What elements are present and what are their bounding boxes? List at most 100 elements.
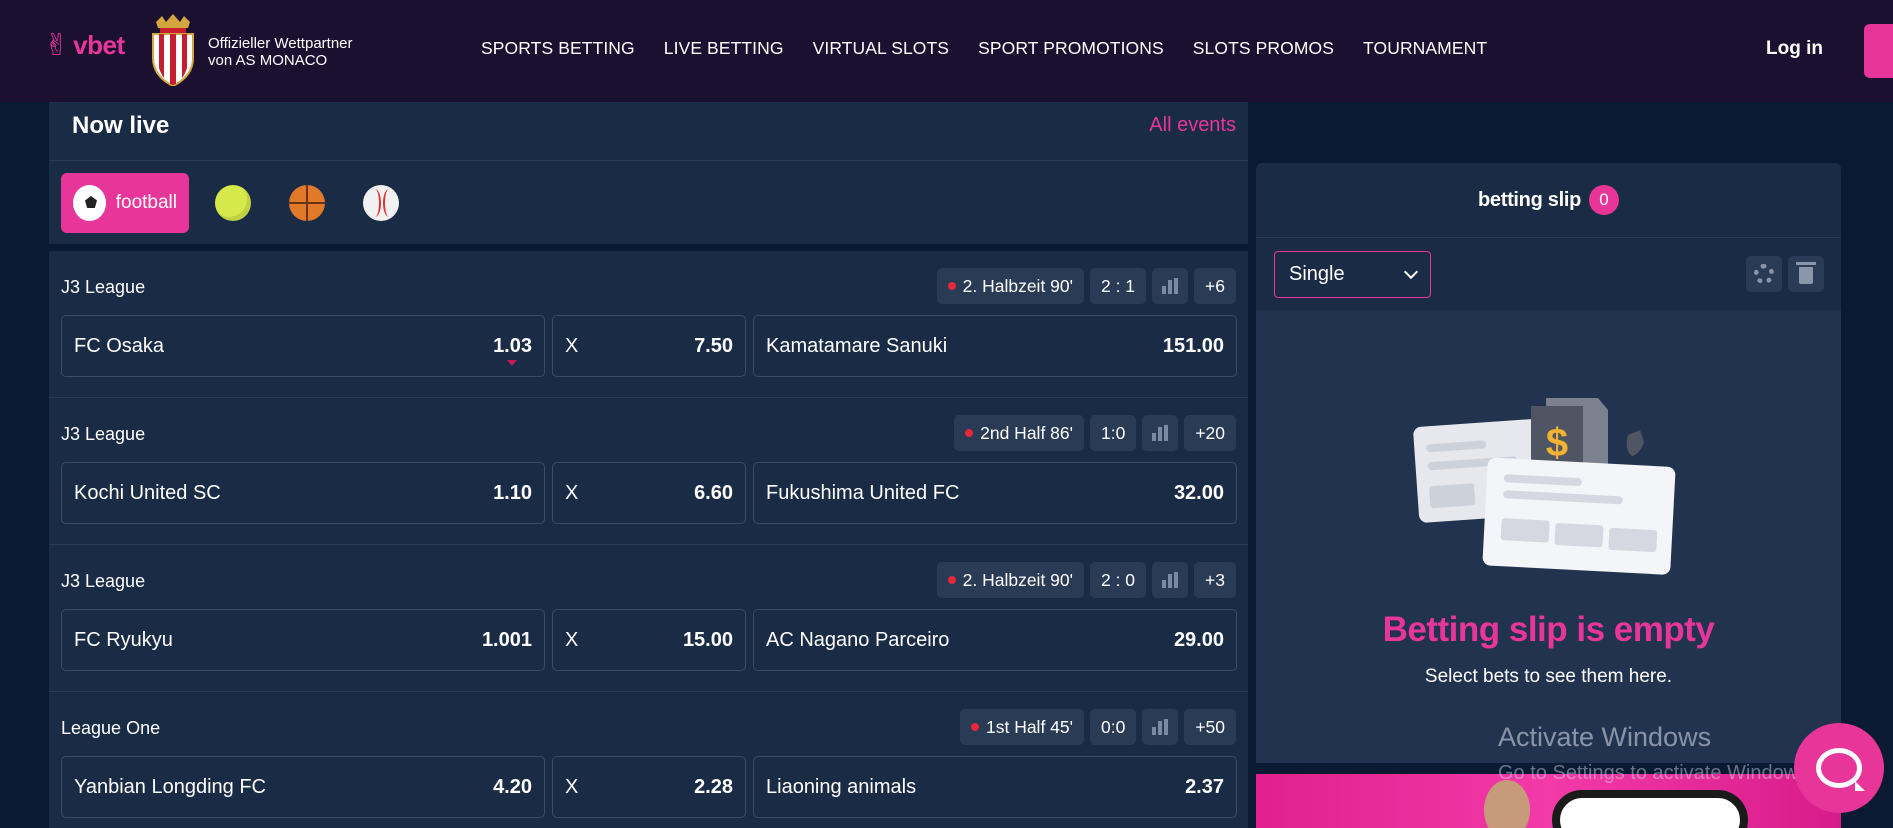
away-odd-value: 151.00: [1162, 334, 1224, 357]
betting-slip-header: betting slip 0: [1256, 163, 1841, 238]
draw-odd-button[interactable]: X 15.00: [552, 609, 746, 671]
match-score: 0:0: [1089, 709, 1137, 745]
activate-windows-watermark: Activate Windows: [1498, 722, 1712, 752]
live-chat-button[interactable]: [1794, 723, 1884, 813]
live-events-list: J3 League 2. Halbzeit 90' 2 : 1 +6 FC Os…: [49, 251, 1248, 828]
empty-slip-title: Betting slip is empty: [1382, 610, 1715, 649]
draw-odd-button[interactable]: X 2.28: [552, 756, 746, 818]
match-status-text: 1st Half 45': [985, 716, 1073, 737]
match-status: 2. Halbzeit 90': [936, 268, 1084, 304]
stats-button[interactable]: [1142, 415, 1179, 451]
more-markets-button[interactable]: +6: [1194, 268, 1236, 304]
empty-slip-illustration-icon: $: [1413, 398, 1676, 575]
live-dot-icon: [970, 723, 979, 731]
away-odd-button[interactable]: AC Nagano Parceiro 29.00: [753, 609, 1237, 671]
slip-settings-button[interactable]: [1746, 256, 1782, 292]
nav-sport-promotions[interactable]: SPORT PROMOTIONS: [978, 38, 1164, 59]
home-team: FC Osaka: [74, 334, 165, 357]
main-nav: SPORTS BETTING LIVE BETTING VIRTUAL SLOT…: [481, 38, 1516, 59]
login-button[interactable]: Log in: [1766, 38, 1823, 60]
divider: [49, 160, 1248, 161]
tab-football[interactable]: football: [61, 173, 189, 233]
live-dot-icon: [947, 282, 956, 290]
draw-label: X: [565, 334, 579, 357]
empty-slip-subtitle: Select bets to see them here.: [1424, 666, 1673, 687]
away-odd-button[interactable]: Fukushima United FC 32.00: [753, 462, 1237, 524]
draw-odd-value: 6.60: [694, 481, 733, 504]
match-score: 2 : 0: [1089, 562, 1147, 598]
away-odd-button[interactable]: Liaoning animals 2.37: [753, 756, 1237, 818]
draw-odd-button[interactable]: X 6.60: [552, 462, 746, 524]
home-odd-value: 1.10: [493, 481, 532, 504]
victory-hand-icon: ✌: [44, 29, 70, 62]
tab-baseball[interactable]: [351, 173, 411, 233]
all-events-link[interactable]: All events: [1149, 114, 1236, 137]
player-image: [1484, 780, 1530, 828]
svg-text:$: $: [1546, 421, 1568, 465]
home-odd-button[interactable]: Yanbian Longding FC 4.20: [61, 756, 545, 818]
match-status-text: 2nd Half 86': [980, 422, 1073, 443]
stats-bars-icon: [1152, 425, 1169, 441]
nav-sports-betting[interactable]: SPORTS BETTING: [481, 38, 635, 59]
tab-tennis[interactable]: [203, 173, 263, 233]
draw-label: X: [565, 628, 579, 651]
draw-odd-value: 2.28: [694, 775, 733, 798]
away-team: Liaoning animals: [766, 775, 917, 798]
register-button[interactable]: [1864, 24, 1893, 78]
stats-button[interactable]: [1152, 562, 1189, 598]
match-score: 2 : 1: [1089, 268, 1147, 304]
nav-tournament[interactable]: TOURNAMENT: [1363, 38, 1487, 59]
chevron-down-icon: [1403, 264, 1419, 280]
event-meta: 2. Halbzeit 90' 2 : 0 +3: [936, 562, 1236, 598]
stats-button[interactable]: [1142, 709, 1179, 745]
tab-basketball[interactable]: [277, 173, 337, 233]
match-status-text: 2. Halbzeit 90': [962, 569, 1073, 590]
league-name: League One: [61, 718, 161, 738]
gear-icon: [1754, 264, 1774, 284]
home-odd-value: 4.20: [493, 775, 532, 798]
activate-windows-subtext: Go to Settings to activate Windows.: [1498, 762, 1814, 784]
more-markets-button[interactable]: +3: [1194, 562, 1236, 598]
tennis-ball-icon: [215, 185, 251, 221]
event-meta: 1st Half 45' 0:0 +50: [959, 709, 1236, 745]
home-team: Yanbian Longding FC: [74, 775, 266, 798]
away-odd-button[interactable]: Kamatamare Sanuki 151.00: [753, 315, 1237, 377]
partner-line-2: von AS MONACO: [208, 52, 328, 69]
partner-text: Offizieller Wettpartner von AS MONACO: [208, 35, 353, 69]
home-odd-button[interactable]: FC Osaka 1.03: [61, 315, 545, 377]
event-row: J3 League 2. Halbzeit 90' 2 : 0 +3 FC Ry…: [49, 545, 1248, 692]
brand-name: vbet: [73, 30, 125, 60]
draw-odd-button[interactable]: X 7.50: [552, 315, 746, 377]
betting-slip-body: $ Betting slip is empty Select bets to s…: [1256, 310, 1841, 763]
nav-virtual-slots[interactable]: VIRTUAL SLOTS: [813, 38, 949, 59]
trash-icon: [1796, 262, 1816, 284]
odds-row: FC Osaka 1.03 X 7.50 Kamatamare Sanuki 151.…: [61, 315, 1237, 377]
bet-type-value: Single: [1289, 263, 1345, 285]
nav-live-betting[interactable]: LIVE BETTING: [664, 38, 784, 59]
nav-slots-promos[interactable]: SLOTS PROMOS: [1193, 38, 1334, 59]
event-row: J3 League 2. Halbzeit 90' 2 : 1 +6 FC Os…: [49, 251, 1248, 398]
home-team: Kochi United SC: [74, 481, 221, 504]
away-team: AC Nagano Parceiro: [766, 628, 950, 651]
home-odd-button[interactable]: Kochi United SC 1.10: [61, 462, 545, 524]
match-status: 2nd Half 86': [954, 415, 1084, 451]
stats-button[interactable]: [1152, 268, 1189, 304]
more-markets-button[interactable]: +20: [1184, 415, 1236, 451]
live-dot-icon: [965, 429, 974, 437]
draw-label: X: [565, 481, 579, 504]
baseball-icon: [363, 185, 399, 221]
match-score: 1:0: [1089, 415, 1137, 451]
match-status: 1st Half 45': [959, 709, 1084, 745]
bet-type-select[interactable]: Single: [1274, 251, 1431, 298]
home-odd-button[interactable]: FC Ryukyu 1.001: [61, 609, 545, 671]
event-meta: 2nd Half 86' 1:0 +20: [954, 415, 1236, 451]
match-status-text: 2. Halbzeit 90': [962, 275, 1073, 296]
away-team: Kamatamare Sanuki: [766, 334, 948, 357]
betting-slip-title: betting slip: [1477, 188, 1582, 211]
clear-slip-button[interactable]: [1788, 256, 1824, 292]
away-odd-value: 29.00: [1173, 628, 1224, 651]
now-live-panel: Now live All events football: [49, 102, 1248, 244]
stats-bars-icon: [1152, 719, 1169, 735]
vbet-logo[interactable]: ✌ vbet: [44, 28, 125, 63]
more-markets-button[interactable]: +50: [1184, 709, 1236, 745]
